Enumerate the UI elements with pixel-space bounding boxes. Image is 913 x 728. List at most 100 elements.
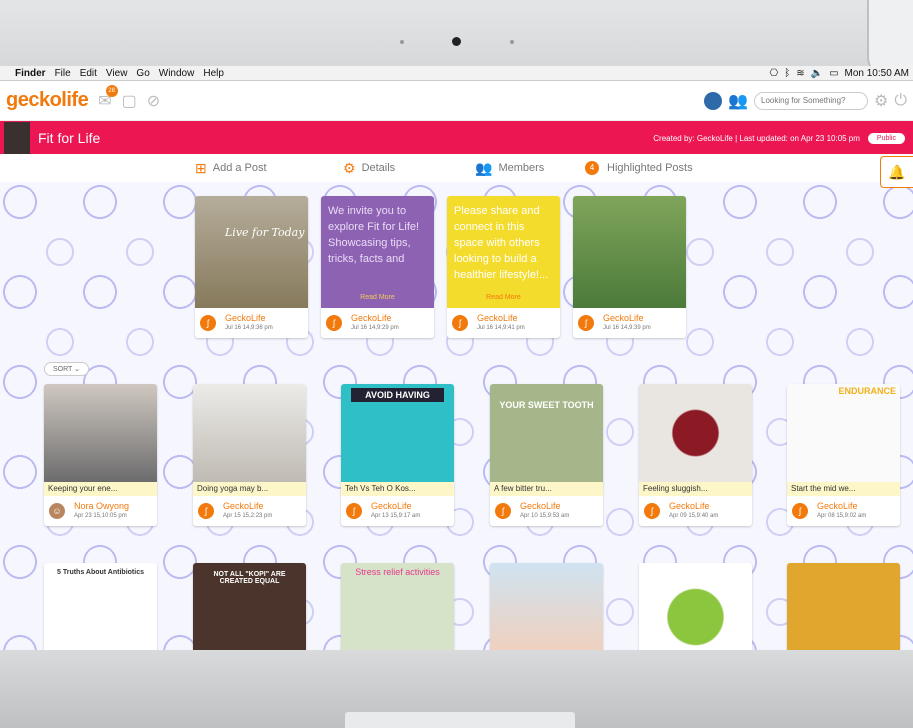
tab-highlighted-posts[interactable]: 4 Highlighted Posts	[585, 161, 693, 175]
group-title: Fit for Life	[38, 130, 101, 146]
highlighted-post[interactable]: ʃ GeckoLife Jul 16 14,9:39 pm	[573, 196, 686, 338]
gecko-icon: ʃ	[495, 503, 511, 519]
power-icon[interactable]: ⏻	[894, 92, 907, 110]
post-date: Jul 16 14,9:29 pm	[351, 325, 399, 331]
tab-members[interactable]: 👥 Members	[475, 160, 544, 177]
post-meta: ʃ GeckoLife Apr 09 15,9:40 am	[639, 496, 752, 526]
post-image: YOUR SWEET TOOTH	[490, 384, 603, 482]
post-card[interactable]: ENDURANCE Start the mid we... ʃ GeckoLif…	[787, 384, 900, 526]
post-date: Apr 10 15,9:53 am	[520, 513, 570, 519]
screen: Finder File Edit View Go Window Help ⎔ ᛒ…	[0, 66, 913, 650]
author-name[interactable]: GeckoLife	[669, 501, 710, 511]
post-date: Apr 13 15,9:17 am	[371, 513, 421, 519]
author-avatar: ☺	[49, 503, 65, 519]
visibility-badge[interactable]: Public	[867, 132, 905, 144]
post-card[interactable]: AVOID HAVING Teh Vs Teh O Kos... ʃ Gecko…	[341, 384, 454, 526]
gecko-icon: ʃ	[578, 315, 594, 331]
post-card[interactable]	[490, 563, 603, 650]
hinge	[345, 712, 575, 728]
wifi-icon[interactable]: ≋	[796, 68, 804, 79]
post-card[interactable]: YOUR SWEET TOOTH A few bitter tru... ʃ G…	[490, 384, 603, 526]
image-title: NOT ALL "KOPI" ARE CREATED EQUAL	[213, 571, 286, 585]
post-card[interactable]: Stress relief activities	[341, 563, 454, 650]
post-image: Live for Today	[195, 196, 308, 308]
post-date: Jul 16 14,9:36 pm	[225, 325, 273, 331]
author-name[interactable]: GeckoLife	[477, 313, 518, 323]
gecko-icon: ʃ	[346, 503, 362, 519]
post-card[interactable]: Feeling sluggish... ʃ GeckoLife Apr 09 1…	[639, 384, 752, 526]
laptop-bezel	[0, 0, 913, 66]
app-top-nav: geckolife ✉28 ▢ ⊘ 👥 ⚙ ⏻	[0, 81, 913, 121]
image-title: AVOID HAVING	[351, 388, 444, 402]
volume-icon[interactable]: 🔈	[811, 68, 823, 79]
highlighted-post[interactable]: Please share and connect in this space w…	[447, 196, 560, 338]
menu-edit[interactable]: Edit	[80, 68, 97, 79]
gecko-icon: ʃ	[200, 315, 216, 331]
menu-view[interactable]: View	[106, 68, 128, 79]
post-card[interactable]: Keeping your ene... ☺ Nora Owyong Apr 23…	[44, 384, 157, 526]
geckolife-logo[interactable]: geckolife	[6, 89, 89, 112]
sort-label: SORT	[53, 366, 73, 373]
members-icon: 👥	[475, 159, 493, 176]
menu-window[interactable]: Window	[159, 68, 195, 79]
image-title: 5 Truths About Antibiotics	[57, 569, 144, 576]
battery-icon[interactable]: ▭	[829, 68, 838, 79]
laptop-bottom-bezel	[0, 650, 913, 728]
author-name[interactable]: GeckoLife	[351, 313, 392, 323]
settings-icon[interactable]: ⚙	[874, 91, 888, 111]
author-name[interactable]: Nora Owyong	[74, 501, 129, 511]
post-card[interactable]: 5 Truths About Antibiotics	[44, 563, 157, 650]
author-name[interactable]: GeckoLife	[817, 501, 858, 511]
post-card[interactable]: Doing yoga may b... ʃ GeckoLife Apr 15 1…	[193, 384, 306, 526]
chat-icon[interactable]: ▢	[122, 91, 137, 111]
sensor-dot	[510, 40, 514, 44]
post-card[interactable]	[639, 563, 752, 650]
post-date: Apr 09 15,9:40 am	[669, 513, 719, 519]
tab-details[interactable]: ⚙ Details	[343, 160, 395, 177]
tab-label: Details	[361, 162, 396, 174]
author-name[interactable]: GeckoLife	[603, 313, 644, 323]
messages-icon[interactable]: ✉ 28	[98, 84, 118, 111]
tab-add-post[interactable]: ⊞ Add a Post	[195, 160, 267, 177]
search-input[interactable]	[754, 91, 868, 110]
post-caption: Teh Vs Teh O Kos...	[341, 482, 454, 496]
bell-icon[interactable]: 🔔	[880, 156, 913, 188]
author-name[interactable]: GeckoLife	[520, 501, 561, 511]
post-image: AVOID HAVING	[341, 384, 454, 482]
post-card[interactable]	[787, 563, 900, 650]
post-meta: ʃ GeckoLife Jul 16 14,9:39 pm	[573, 308, 686, 338]
read-more-link[interactable]: Read More	[321, 294, 434, 301]
post-meta: ☺ Nora Owyong Apr 23 15,10:05 pm	[44, 496, 157, 526]
tab-label: Add a Post	[212, 162, 267, 174]
post-meta: ʃ GeckoLife Jul 16 14,9:36 pm	[195, 308, 308, 338]
group-created-info: Created by: GeckoLife | Last updated: on…	[653, 133, 860, 143]
menu-finder[interactable]: Finder	[15, 68, 46, 79]
author-name[interactable]: GeckoLife	[225, 313, 266, 323]
menu-go[interactable]: Go	[136, 68, 149, 79]
notifications-off-icon[interactable]: ⊘	[147, 91, 160, 111]
post-image	[639, 384, 752, 482]
sort-dropdown[interactable]: SORT ⌄	[44, 362, 90, 376]
post-card[interactable]: NOT ALL "KOPI" ARE CREATED EQUAL	[193, 563, 306, 650]
post-meta: ʃ GeckoLife Jul 16 14,9:41 pm	[447, 308, 560, 338]
post-date: Apr 15 15,2:23 pm	[223, 513, 273, 519]
airplay-icon[interactable]: ⎔	[769, 68, 778, 79]
gecko-icon: ʃ	[792, 503, 808, 519]
post-image	[44, 384, 157, 482]
friends-icon[interactable]: 👥	[728, 91, 748, 111]
bluetooth-icon[interactable]: ᛒ	[784, 68, 790, 79]
read-more-link[interactable]: Read More	[447, 294, 560, 301]
highlighted-post[interactable]: Live for Today ʃ GeckoLife Jul 16 14,9:3…	[195, 196, 308, 338]
group-header: Fit for Life Created by: GeckoLife | Las…	[0, 121, 913, 155]
author-name[interactable]: GeckoLife	[371, 501, 412, 511]
menu-help[interactable]: Help	[203, 68, 224, 79]
gecko-icon: ʃ	[644, 503, 660, 519]
clock[interactable]: Mon 10:50 AM	[845, 68, 909, 79]
user-avatar[interactable]	[704, 91, 723, 110]
highlighted-post[interactable]: We invite you to explore Fit for Life! S…	[321, 196, 434, 338]
author-name[interactable]: GeckoLife	[223, 501, 264, 511]
post-text: Please share and connect in this space w…	[447, 196, 560, 308]
messages-badge: 28	[105, 84, 118, 97]
post-caption: Keeping your ene...	[44, 482, 157, 496]
menu-file[interactable]: File	[55, 68, 71, 79]
